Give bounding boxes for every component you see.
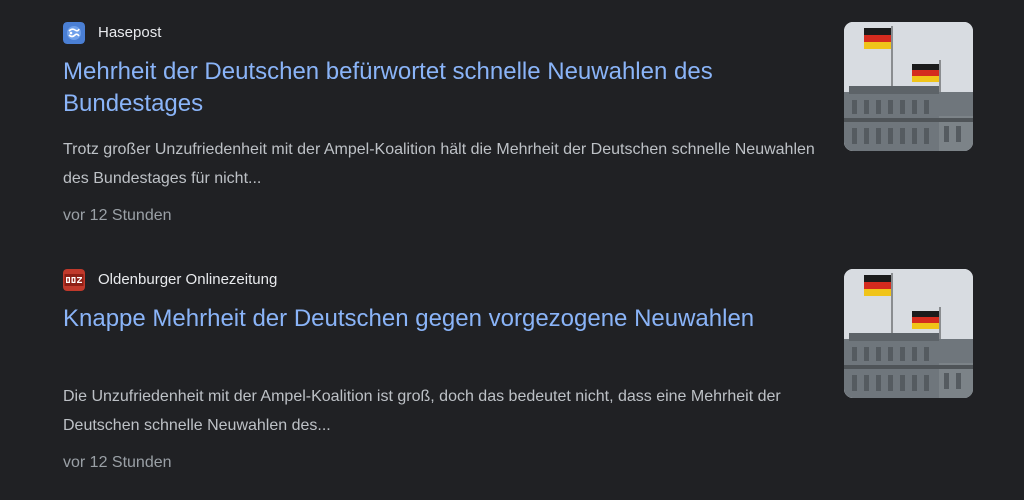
article-thumbnail[interactable] (844, 22, 973, 151)
source-name: Oldenburger Onlinezeitung (98, 271, 278, 288)
news-article: Hasepost Mehrheit der Deutschen befürwor… (63, 22, 975, 242)
news-feed: Hasepost Mehrheit der Deutschen befürwor… (0, 0, 1024, 500)
article-timestamp: vor 12 Stunden (63, 207, 172, 224)
ooz-favicon-icon (63, 269, 85, 291)
article-snippet: Die Unzufriedenheit mit der Ampel-Koalit… (63, 388, 781, 434)
source-name: Hasepost (98, 24, 162, 41)
news-article: Oldenburger Onlinezeitung Knappe Mehrhei… (63, 269, 975, 489)
article-timestamp: vor 12 Stunden (63, 454, 172, 471)
article-title-link[interactable]: Mehrheit der Deutschen befürwortet schne… (63, 56, 828, 120)
article-title-link[interactable]: Knappe Mehrheit der Deutschen gegen vorg… (63, 303, 828, 335)
article-source[interactable]: Oldenburger Onlinezeitung (63, 269, 277, 291)
hasepost-favicon-icon (63, 22, 85, 44)
article-snippet: Trotz großer Unzufriedenheit mit der Amp… (63, 141, 815, 187)
article-thumbnail[interactable] (844, 269, 973, 398)
article-source[interactable]: Hasepost (63, 22, 161, 44)
